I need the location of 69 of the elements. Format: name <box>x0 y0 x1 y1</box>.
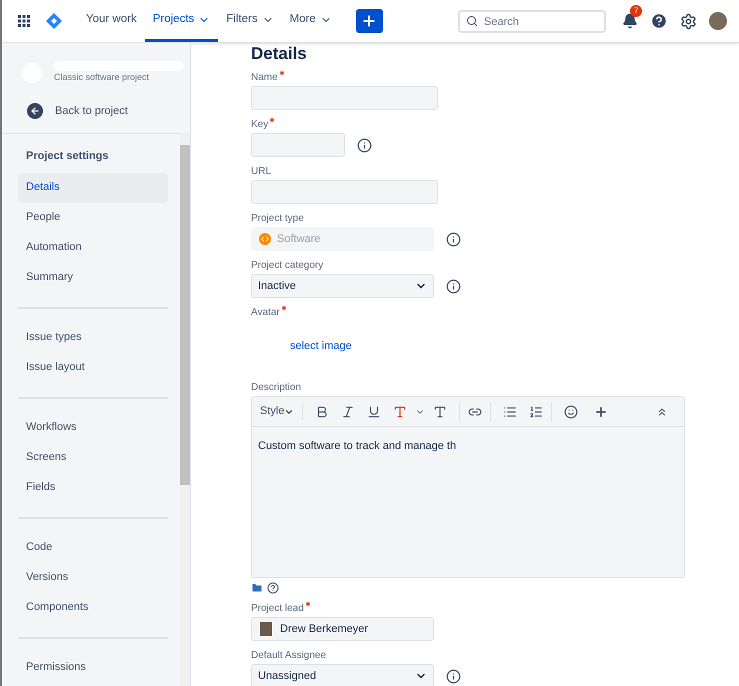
style-dropdown[interactable]: Style <box>260 403 304 420</box>
sidebar-item[interactable]: Permissions <box>18 652 168 682</box>
settings-icon[interactable] <box>680 12 697 30</box>
emoji-icon[interactable] <box>564 404 578 418</box>
text-field[interactable] <box>251 86 438 110</box>
nav-tab[interactable]: Your work <box>78 0 145 42</box>
bullet-list-icon[interactable] <box>503 404 518 418</box>
field-value: Software <box>277 232 320 247</box>
description-text: Custom software to track and manage th <box>258 440 456 452</box>
rich-text-editor[interactable]: Style Custom software to track and manage th <box>251 396 685 578</box>
info-icon[interactable] <box>446 232 461 246</box>
field-label: Project category <box>251 259 324 272</box>
sidebar-item[interactable]: Issue layout <box>18 352 168 382</box>
info-icon[interactable] <box>446 668 461 684</box>
info-icon[interactable] <box>446 278 461 294</box>
field-label: Project type <box>251 212 304 225</box>
plus-icon[interactable] <box>594 404 608 418</box>
field-label: Avatar <box>251 306 280 319</box>
user-field[interactable]: Drew Berkemeyer <box>251 617 434 641</box>
field-label: Description <box>251 381 302 394</box>
info-icon[interactable] <box>357 138 372 152</box>
sidebar-item[interactable]: Code <box>18 532 168 562</box>
notification-badge: 7 <box>630 5 642 17</box>
sidebar-item[interactable]: Details <box>18 172 168 202</box>
help-icon[interactable] <box>267 582 279 594</box>
sidebar-item[interactable]: Workflows <box>18 412 168 442</box>
text-field[interactable] <box>251 133 345 157</box>
select-field[interactable]: Unassigned <box>251 664 434 686</box>
attachment-icon[interactable] <box>251 582 263 594</box>
nav-tab[interactable]: More <box>282 0 340 42</box>
field-label: Key <box>251 118 268 131</box>
search-field[interactable]: Search <box>458 10 606 34</box>
field-label: Name <box>251 71 278 84</box>
back-to-project-link[interactable]: Back to project <box>2 102 190 119</box>
sidebar-item[interactable]: Summary <box>18 262 168 292</box>
avatar-placeholder <box>260 622 272 636</box>
sidebar-item[interactable]: Issue types <box>18 322 168 352</box>
notifications-icon[interactable] <box>622 13 638 29</box>
field-label: Default Assignee <box>251 649 326 662</box>
bold-icon[interactable] <box>315 404 330 418</box>
sidebar-item[interactable]: Screens <box>18 442 168 472</box>
underline-icon[interactable] <box>367 404 382 418</box>
field-label: URL <box>251 165 272 178</box>
scrollbar[interactable] <box>180 133 190 686</box>
sidebar-item[interactable]: Automation <box>18 232 168 262</box>
select-field[interactable]: Inactive <box>251 274 434 298</box>
text-size-icon[interactable] <box>433 404 448 418</box>
sidebar-heading: Project settings <box>25 149 110 164</box>
sidebar-item[interactable]: Components <box>18 592 168 622</box>
software-icon <box>259 233 271 245</box>
text-field[interactable] <box>251 180 438 204</box>
numbered-list-icon[interactable] <box>529 404 544 418</box>
text-color-icon[interactable] <box>393 404 408 418</box>
select-image-link[interactable]: select image <box>290 340 352 352</box>
nav-tab[interactable]: Filters <box>218 0 282 42</box>
italic-icon[interactable] <box>341 404 356 418</box>
field-label: Project lead <box>251 602 304 615</box>
sidebar-item[interactable]: Versions <box>18 562 168 592</box>
page-title: Details <box>251 43 308 65</box>
app-switcher-icon[interactable] <box>18 15 30 27</box>
search-icon <box>466 14 478 27</box>
project-type: Classic software project <box>54 71 150 84</box>
create-button[interactable] <box>356 9 383 33</box>
plus-icon <box>361 13 378 29</box>
user-avatar[interactable] <box>709 12 727 30</box>
logo-icon[interactable] <box>46 13 62 29</box>
sidebar-item[interactable]: Fields <box>18 472 168 502</box>
collapse-icon[interactable] <box>656 406 668 418</box>
sidebar-item[interactable]: People <box>18 202 168 232</box>
